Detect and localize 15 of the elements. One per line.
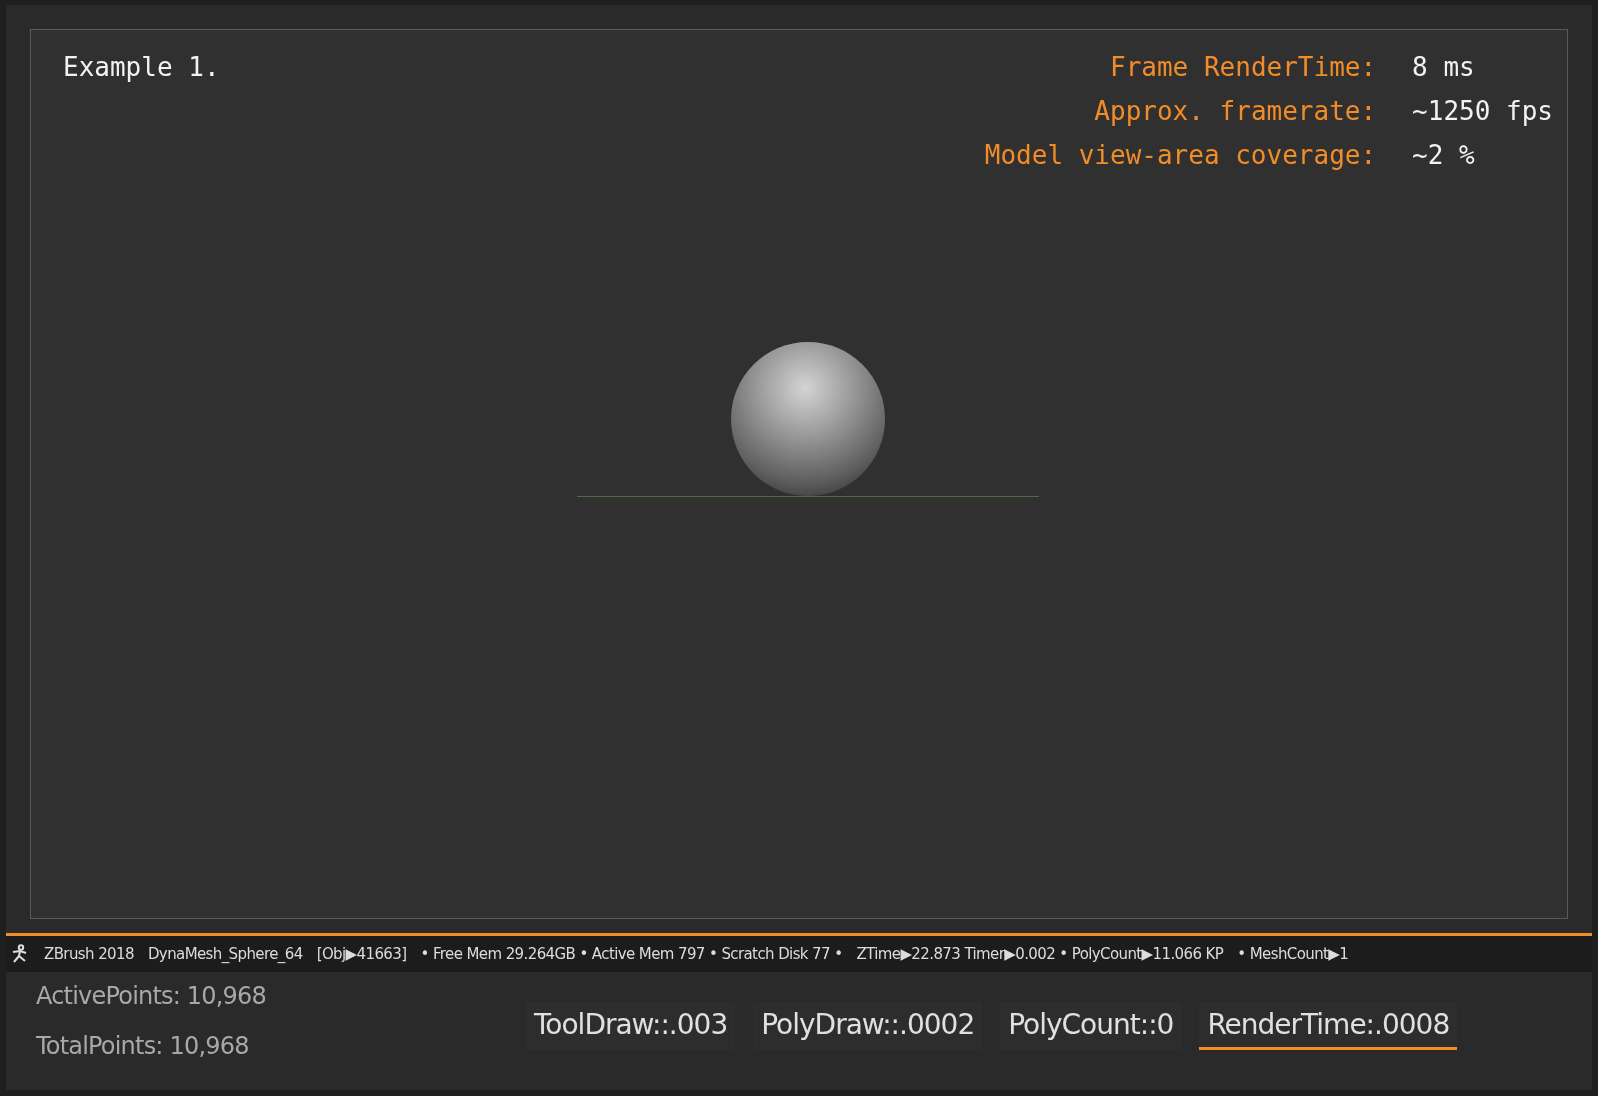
status-text: ZBrush 2018 <box>44 945 134 963</box>
status-text: • Free Mem 29.264GB • Active Mem 797 • Scratch Disk 77 • <box>420 945 843 963</box>
stat-label: Approx. framerate: <box>1093 96 1377 126</box>
stat-label: Model view-area coverage: <box>984 140 1377 170</box>
stat-label: Frame RenderTime: <box>1109 52 1377 82</box>
status-text: [Obj▶41663] <box>316 945 407 963</box>
stat-value: ~1250 fps <box>1412 96 1553 126</box>
status-text: ZTime▶22.873 Timer▶0.002 • PolyCount▶11.066 KP <box>856 945 1224 963</box>
points-count: ActivePoints: 10,968 <box>36 982 268 1010</box>
status-text: DynaMesh_Sphere_64 <box>147 945 303 963</box>
stat-value: ~2 % <box>1412 140 1476 170</box>
points-count: TotalPoints: 10,968 <box>36 1032 250 1060</box>
viewport-title: Example 1. <box>63 52 220 82</box>
stat-value: 8 ms <box>1412 52 1476 82</box>
status-text: • MeshCount▶1 <box>1237 945 1349 963</box>
